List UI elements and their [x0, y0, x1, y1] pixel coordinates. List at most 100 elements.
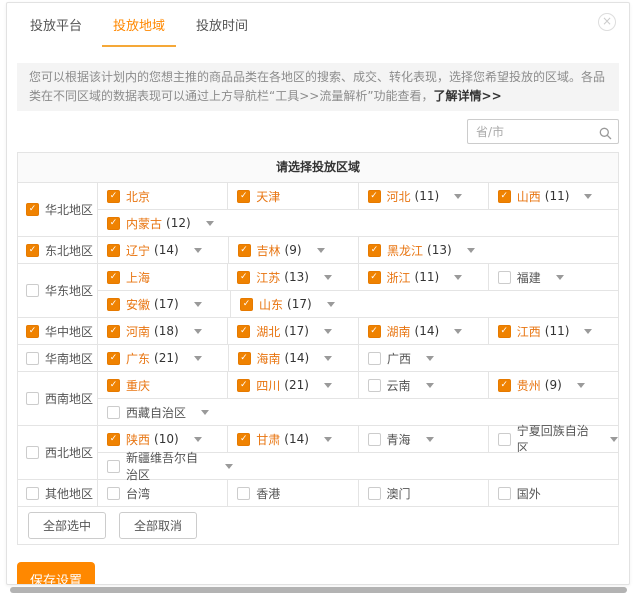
chevron-down-icon[interactable] — [426, 383, 434, 388]
province-cell[interactable]: 浙江(11) — [358, 264, 488, 290]
checkbox[interactable] — [26, 392, 39, 405]
checkbox[interactable] — [498, 433, 511, 446]
chevron-down-icon[interactable] — [324, 356, 332, 361]
checkbox[interactable] — [107, 271, 120, 284]
checkbox[interactable] — [368, 271, 381, 284]
checkbox[interactable] — [368, 379, 381, 392]
chevron-down-icon[interactable] — [194, 302, 202, 307]
province-cell[interactable]: 国外 — [488, 480, 618, 506]
province-cell[interactable]: 上海 — [98, 264, 227, 290]
checkbox[interactable] — [498, 190, 511, 203]
region-group-cell[interactable]: 西南地区 — [18, 372, 98, 425]
chevron-down-icon[interactable] — [584, 194, 592, 199]
chevron-down-icon[interactable] — [324, 329, 332, 334]
checkbox[interactable] — [107, 190, 120, 203]
province-cell[interactable]: 广东(21) — [98, 345, 228, 371]
checkbox[interactable] — [368, 487, 381, 500]
checkbox[interactable] — [26, 352, 39, 365]
province-cell[interactable]: 北京 — [98, 183, 227, 209]
chevron-down-icon[interactable] — [194, 437, 202, 442]
close-icon[interactable] — [598, 13, 616, 31]
checkbox[interactable] — [26, 203, 39, 216]
checkbox[interactable] — [237, 271, 250, 284]
province-cell[interactable]: 黑龙江(13) — [358, 237, 489, 263]
chevron-down-icon[interactable] — [225, 464, 233, 469]
province-cell[interactable]: 贵州(9) — [488, 372, 618, 398]
province-cell[interactable]: 宁夏回族自治区 — [488, 426, 618, 452]
checkbox[interactable] — [498, 487, 511, 500]
magnifier-icon[interactable] — [599, 125, 612, 144]
checkbox[interactable] — [107, 352, 120, 365]
region-group-cell[interactable]: 华南地区 — [18, 345, 98, 371]
chevron-down-icon[interactable] — [324, 275, 332, 280]
chevron-down-icon[interactable] — [454, 329, 462, 334]
checkbox[interactable] — [107, 217, 120, 230]
chevron-down-icon[interactable] — [206, 221, 214, 226]
checkbox[interactable] — [498, 379, 511, 392]
bottom-scrollbar[interactable] — [10, 587, 627, 593]
checkbox[interactable] — [240, 298, 253, 311]
select-all-button[interactable]: 全部选中 — [28, 512, 106, 539]
checkbox[interactable] — [107, 379, 120, 392]
chevron-down-icon[interactable] — [194, 356, 202, 361]
checkbox[interactable] — [237, 379, 250, 392]
region-group-cell[interactable]: 华中地区 — [18, 318, 98, 344]
chevron-down-icon[interactable] — [324, 437, 332, 442]
checkbox[interactable] — [107, 325, 120, 338]
province-cell[interactable]: 内蒙古(12) — [98, 210, 233, 236]
checkbox[interactable] — [26, 487, 39, 500]
checkbox[interactable] — [237, 190, 250, 203]
province-cell[interactable]: 西藏自治区 — [98, 399, 233, 425]
province-cell[interactable]: 广西 — [358, 345, 489, 371]
checkbox[interactable] — [107, 298, 120, 311]
chevron-down-icon[interactable] — [610, 437, 618, 442]
checkbox[interactable] — [498, 271, 511, 284]
province-cell[interactable]: 香港 — [227, 480, 357, 506]
region-group-cell[interactable]: 华北地区 — [18, 183, 98, 236]
checkbox[interactable] — [107, 433, 120, 446]
chevron-down-icon[interactable] — [577, 383, 585, 388]
checkbox[interactable] — [107, 487, 120, 500]
province-cell[interactable]: 澳门 — [358, 480, 488, 506]
chevron-down-icon[interactable] — [454, 275, 462, 280]
checkbox[interactable] — [238, 244, 251, 257]
province-cell[interactable]: 新疆维吾尔自治区 — [98, 453, 233, 479]
chevron-down-icon[interactable] — [467, 248, 475, 253]
chevron-down-icon[interactable] — [426, 437, 434, 442]
chevron-down-icon[interactable] — [317, 248, 325, 253]
chevron-down-icon[interactable] — [426, 356, 434, 361]
deselect-all-button[interactable]: 全部取消 — [119, 512, 197, 539]
checkbox[interactable] — [107, 460, 120, 473]
province-cell[interactable]: 湖北(17) — [227, 318, 357, 344]
chevron-down-icon[interactable] — [194, 329, 202, 334]
province-cell[interactable]: 辽宁(14) — [98, 237, 228, 263]
region-group-cell[interactable]: 其他地区 — [18, 480, 98, 506]
chevron-down-icon[interactable] — [201, 410, 209, 415]
chevron-down-icon[interactable] — [324, 383, 332, 388]
checkbox[interactable] — [368, 190, 381, 203]
checkbox[interactable] — [368, 433, 381, 446]
checkbox[interactable] — [237, 487, 250, 500]
region-group-cell[interactable]: 东北地区 — [18, 237, 98, 263]
chevron-down-icon[interactable] — [584, 329, 592, 334]
checkbox[interactable] — [107, 406, 120, 419]
tab-0[interactable]: 投放平台 — [19, 2, 93, 47]
tab-2[interactable]: 投放时间 — [185, 2, 259, 47]
province-cell[interactable]: 云南 — [358, 372, 488, 398]
details-link[interactable]: 了解详情>> — [434, 89, 502, 103]
province-cell[interactable]: 青海 — [358, 426, 488, 452]
province-cell[interactable]: 湖南(14) — [358, 318, 488, 344]
chevron-down-icon[interactable] — [194, 248, 202, 253]
province-cell[interactable]: 四川(21) — [227, 372, 357, 398]
save-settings-button[interactable]: 保存设置 — [17, 562, 95, 585]
province-cell[interactable]: 天津 — [227, 183, 357, 209]
province-cell[interactable]: 吉林(9) — [228, 237, 359, 263]
checkbox[interactable] — [237, 325, 250, 338]
search-input[interactable] — [467, 119, 619, 144]
checkbox[interactable] — [26, 325, 39, 338]
region-group-cell[interactable]: 华东地区 — [18, 264, 98, 317]
checkbox[interactable] — [26, 284, 39, 297]
province-cell[interactable]: 江西(11) — [488, 318, 618, 344]
checkbox[interactable] — [368, 325, 381, 338]
checkbox[interactable] — [238, 352, 251, 365]
